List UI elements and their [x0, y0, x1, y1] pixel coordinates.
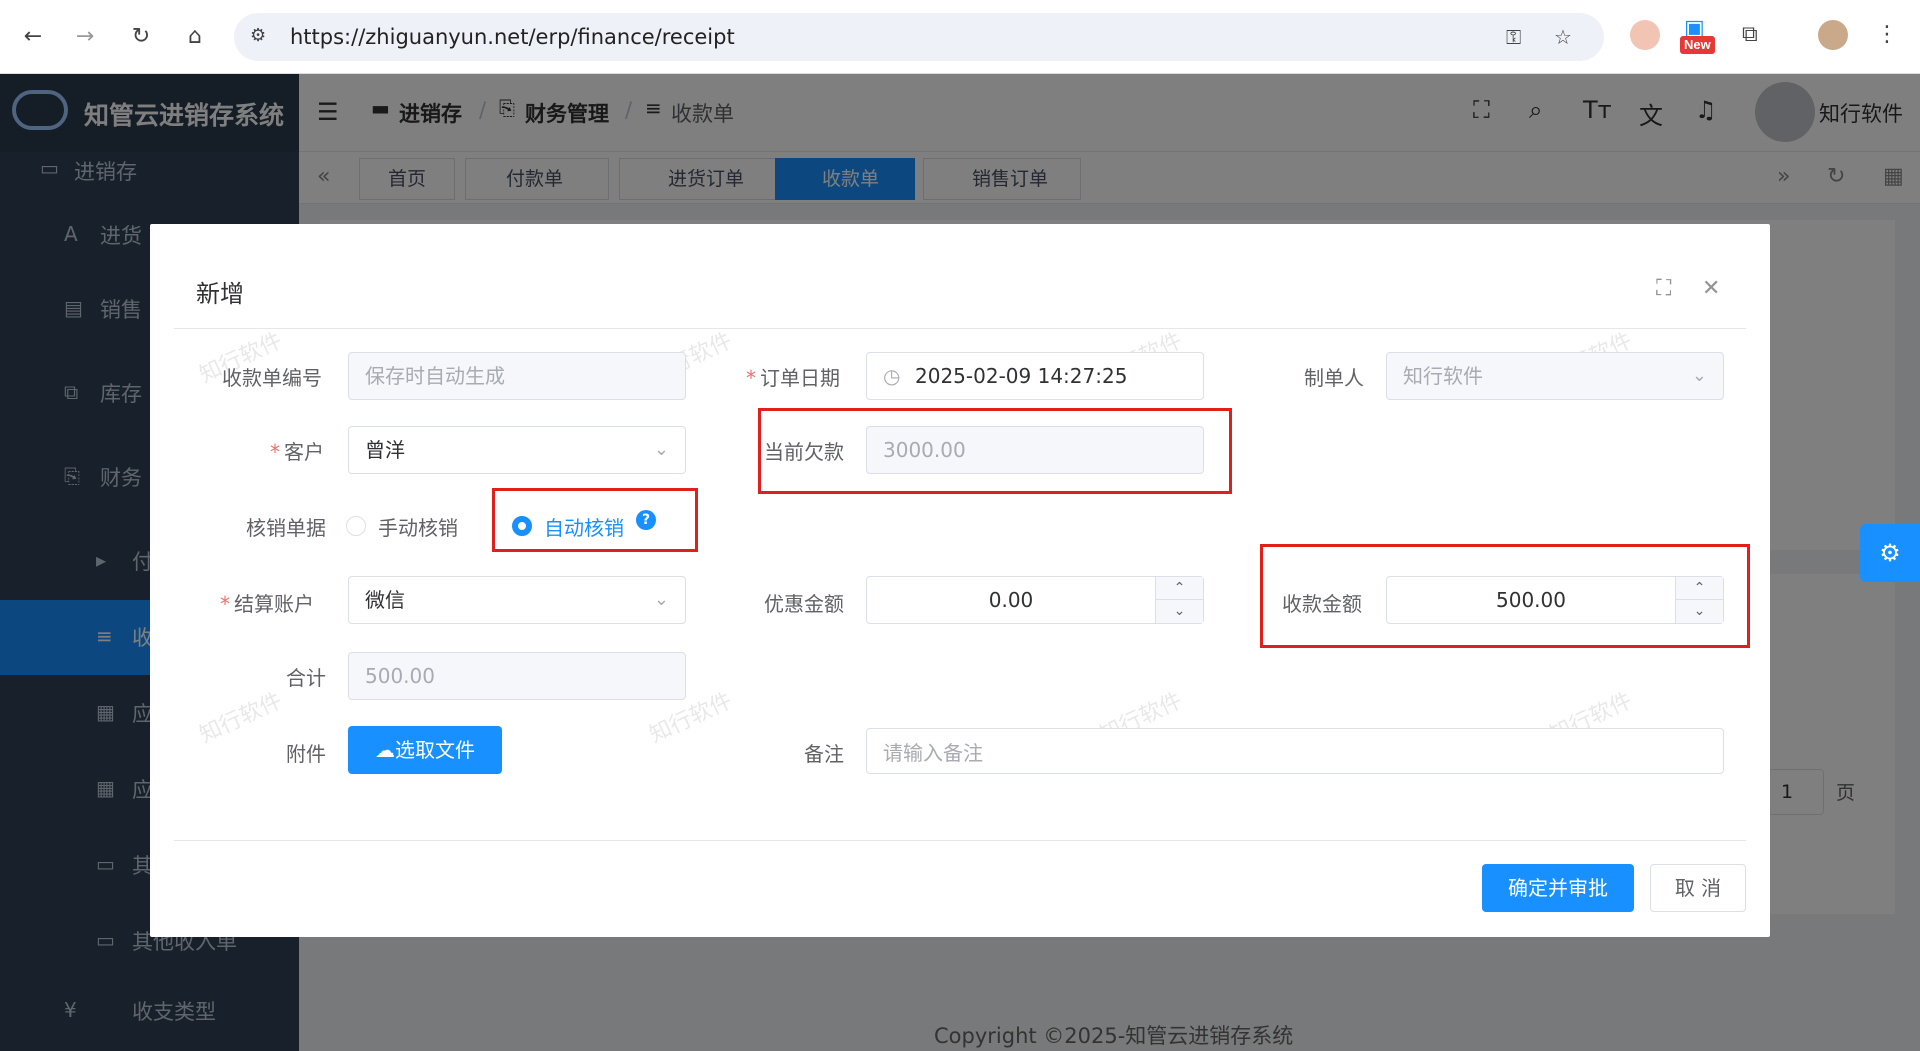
- address-bar[interactable]: ⚙ https://zhiguanyun.net/erp/finance/rec…: [234, 13, 1604, 61]
- menu-dots-icon[interactable]: ⋮: [1876, 22, 1898, 47]
- chevron-down-icon: ⌄: [653, 439, 669, 460]
- watermark: 知行软件: [195, 688, 287, 749]
- maximize-icon[interactable]: ⛶: [1656, 276, 1671, 301]
- profile-avatar[interactable]: [1818, 20, 1848, 50]
- add-receipt-dialog: 新增 ⛶ ✕ 知行软件 知行软件 知行软件 知行软件 知行软件 知行软件 知行软…: [150, 224, 1770, 937]
- home-icon[interactable]: ⌂: [180, 22, 210, 52]
- browser-toolbar: ← → ↻ ⌂ ⚙ https://zhiguanyun.net/erp/fin…: [0, 0, 1920, 74]
- remark-label: 备注: [804, 742, 844, 766]
- chevron-down-icon: ⌄: [653, 589, 669, 610]
- upload-file-button[interactable]: ☁选取文件: [348, 726, 502, 774]
- maker-label: 制单人: [1304, 366, 1364, 390]
- cloud-upload-icon: ☁: [375, 738, 395, 762]
- remark-textarea[interactable]: 请输入备注: [866, 728, 1724, 774]
- url-text[interactable]: https://zhiguanyun.net/erp/finance/recei…: [290, 25, 735, 49]
- extension-avatar-icon[interactable]: [1630, 20, 1660, 50]
- cancel-button[interactable]: 取 消: [1650, 864, 1746, 912]
- radio-manual-writeoff[interactable]: [346, 516, 366, 536]
- settings-gear-icon[interactable]: ⚙: [1860, 524, 1920, 582]
- manual-writeoff-label[interactable]: 手动核销: [378, 512, 458, 541]
- discount-input[interactable]: 0.00 ⌃ ⌄: [866, 576, 1204, 624]
- chevron-down-icon[interactable]: ⌄: [1156, 600, 1203, 623]
- clock-icon: ◷: [883, 364, 901, 388]
- highlight-box-debt: [758, 408, 1232, 494]
- reload-icon[interactable]: ↻: [126, 22, 156, 52]
- extensions-puzzle-icon[interactable]: ⧉: [1742, 22, 1758, 47]
- order-date-label: * 订单日期: [746, 366, 840, 390]
- discount-stepper[interactable]: ⌃ ⌄: [1155, 577, 1203, 623]
- account-label: * 结算账户: [220, 592, 314, 616]
- highlight-box-auto-writeoff: [492, 488, 698, 552]
- customer-select[interactable]: 曾洋 ⌄: [348, 426, 686, 474]
- receipt-no-input: 保存时自动生成: [348, 352, 686, 400]
- customer-label: * 客户: [270, 440, 324, 464]
- back-icon[interactable]: ←: [18, 22, 48, 52]
- order-date-picker[interactable]: ◷ 2025-02-09 14:27:25: [866, 352, 1204, 400]
- key-icon[interactable]: ⚿: [1506, 25, 1521, 49]
- new-badge: New: [1680, 36, 1715, 54]
- site-info-icon[interactable]: ⚙: [250, 25, 266, 46]
- receipt-no-label: 收款单编号: [222, 366, 322, 390]
- dialog-title: 新增: [196, 280, 244, 308]
- star-icon[interactable]: ☆: [1554, 25, 1572, 49]
- writeoff-label: 核销单据: [246, 516, 326, 540]
- total-input: 500.00: [348, 652, 686, 700]
- close-icon[interactable]: ✕: [1702, 276, 1720, 301]
- highlight-box-amount: [1260, 544, 1750, 648]
- account-select[interactable]: 微信 ⌄: [348, 576, 686, 624]
- forward-icon[interactable]: →: [70, 22, 100, 52]
- chevron-down-icon: ⌄: [1691, 365, 1707, 386]
- total-label: 合计: [286, 666, 326, 690]
- chevron-up-icon[interactable]: ⌃: [1156, 577, 1203, 600]
- discount-label: 优惠金额: [764, 592, 844, 616]
- confirm-approve-button[interactable]: 确定并审批: [1482, 864, 1634, 912]
- divider: [174, 840, 1746, 841]
- maker-select: 知行软件 ⌄: [1386, 352, 1724, 400]
- divider: [174, 328, 1746, 329]
- attach-label: 附件: [286, 742, 326, 766]
